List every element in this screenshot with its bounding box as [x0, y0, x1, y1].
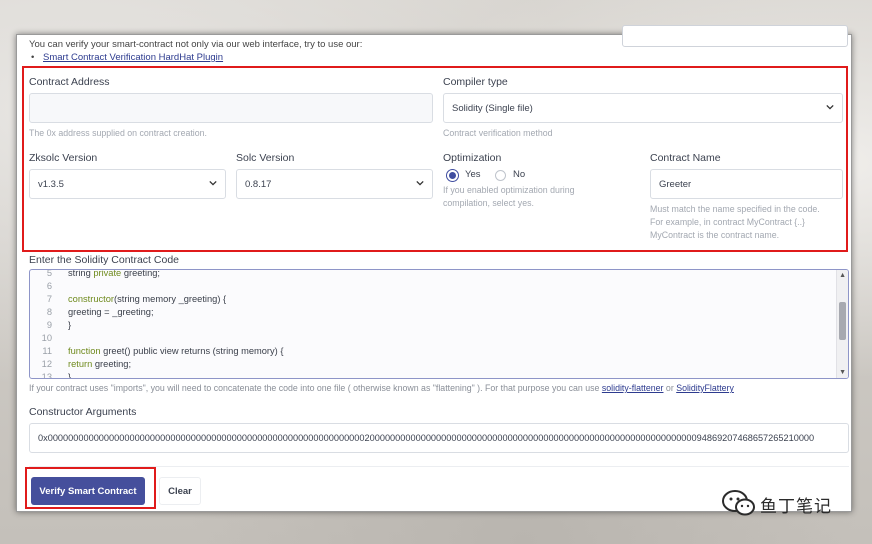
code-segment: greet() public view returns (string memo… [100, 346, 284, 356]
intro-text: You can verify your smart-contract not o… [29, 39, 363, 50]
top-search-input[interactable] [622, 25, 848, 47]
code-line: 9} [30, 320, 830, 333]
code-text: } [68, 372, 72, 379]
wechat-icon [722, 490, 755, 516]
code-segment: greeting; [121, 269, 160, 278]
code-keyword: function [68, 346, 101, 356]
code-editor[interactable]: 5 string private greeting; 6 7 constructor(… [29, 269, 849, 379]
code-segment: greeting; [92, 359, 132, 369]
code-segment: } [68, 320, 72, 330]
code-text: function greet() public view returns (st… [68, 346, 283, 356]
code-line: 12 return greeting; [30, 359, 830, 372]
line-number: 10 [41, 333, 52, 343]
code-text: } [68, 320, 71, 330]
code-segment: (string memory _greeting) { [114, 294, 227, 304]
line-number: 5 [46, 269, 52, 278]
code-text: return greeting; [68, 359, 131, 369]
code-line: 8 greeting = _greeting; [30, 307, 830, 320]
code-segment: greeting = _greeting; [68, 307, 154, 317]
code-line: 7 constructor(string memory _greeting) { [30, 294, 830, 307]
highlight-settings-box [22, 66, 848, 252]
line-number: 9 [46, 320, 52, 330]
code-line: 11 function greet() public view returns (… [30, 346, 830, 359]
line-number: 12 [41, 359, 52, 369]
flatten-hint-text: If your contract uses "imports", you wil… [29, 383, 602, 393]
intro-bullet: • [31, 52, 35, 63]
scroll-thumb[interactable] [839, 302, 846, 340]
clear-button[interactable]: Clear [159, 477, 201, 505]
code-text: constructor(string memory _greeting) { [68, 294, 226, 304]
code-label: Enter the Solidity Contract Code [29, 254, 179, 266]
code-segment: string [68, 269, 94, 278]
scroll-up-icon[interactable]: ▲ [839, 272, 846, 279]
code-line: 6 [30, 281, 830, 294]
code-scrollbar[interactable]: ▲ ▼ [836, 270, 848, 378]
solidity-flattener-link[interactable]: solidity-flattener [602, 383, 664, 393]
code-line: 5 string private greeting; [30, 269, 830, 281]
constructor-args-input[interactable]: 0x00000000000000000000000000000000000000… [29, 423, 849, 453]
code-keyword: private [93, 269, 122, 278]
scroll-down-icon[interactable]: ▼ [839, 369, 846, 376]
code-line: 10 [30, 333, 830, 346]
code-line: 13} [30, 372, 830, 379]
constructor-args-value: 0x00000000000000000000000000000000000000… [38, 433, 815, 443]
watermark-text: 鱼丁笔记 [760, 497, 832, 516]
line-number: 7 [46, 294, 52, 304]
line-number: 6 [46, 281, 52, 291]
solidity-flattery-link[interactable]: SolidityFlattery [676, 383, 734, 393]
flatten-hint-or: or [663, 383, 677, 393]
code-text: string private greeting; [68, 269, 160, 278]
code-keyword: constructor [68, 294, 114, 304]
code-text: greeting = _greeting; [68, 307, 154, 317]
line-number: 13 [41, 372, 52, 379]
code-segment: } [68, 372, 72, 379]
line-number: 11 [42, 346, 52, 356]
watermark: 鱼丁笔记 [722, 489, 852, 519]
flatten-hint: If your contract uses "imports", you wil… [29, 382, 734, 395]
constructor-args-label: Constructor Arguments [29, 406, 137, 418]
highlight-verify-box [25, 467, 156, 509]
code-keyword: return [68, 359, 93, 369]
line-number: 8 [46, 307, 52, 317]
hardhat-plugin-link[interactable]: Smart Contract Verification HardHat Plug… [43, 52, 223, 63]
